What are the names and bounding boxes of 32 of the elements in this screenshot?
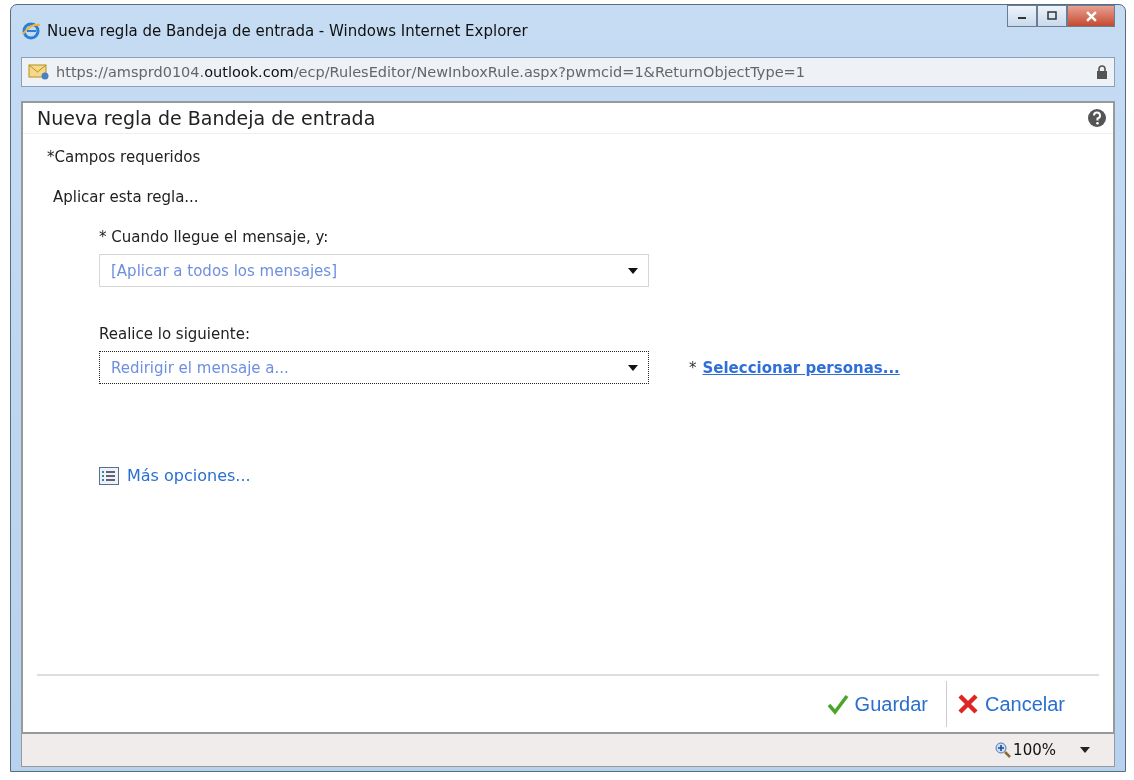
list-icon bbox=[99, 466, 119, 485]
more-options-link[interactable]: Más opciones... bbox=[127, 466, 251, 485]
maximize-icon bbox=[1047, 11, 1057, 21]
cancel-button[interactable]: Cancelar bbox=[952, 692, 1069, 716]
dropdown-field[interactable]: Redirigir el mensaje a... bbox=[99, 351, 649, 384]
field-label: Realice lo siguiente: bbox=[99, 325, 251, 343]
browser-logo-icon bbox=[21, 21, 41, 41]
section-label: Aplicar esta regla... bbox=[53, 188, 199, 206]
dialog-title: Nueva regla de Bandeja de entrada bbox=[37, 107, 376, 129]
required-note: *Campos requeridos bbox=[47, 148, 201, 166]
dropdown-arrow-icon bbox=[628, 364, 638, 371]
field-label: * Cuando llegue el mensaje, y: bbox=[99, 228, 330, 246]
window-title: Nueva regla de Bandeja de entrada - Windows Internet Explorer bbox=[47, 22, 528, 40]
close-icon bbox=[956, 693, 979, 715]
dropdown-arrow-icon[interactable] bbox=[1080, 747, 1090, 753]
required-mark: * bbox=[689, 358, 697, 377]
zoom-icon bbox=[995, 742, 1012, 758]
address-bar[interactable]: https://amsprd0104.outlook.com/ecp/RulesEditor/NewInboxRule.aspx?pwmcid=1&ReturnObjectType=1 bbox=[21, 57, 1115, 87]
lock-icon bbox=[1096, 65, 1108, 79]
help-icon[interactable] bbox=[1087, 108, 1107, 128]
dropdown-field[interactable]: [Aplicar a todos los mensajes] bbox=[99, 254, 649, 287]
url-text: https://amsprd0104.outlook.com/ecp/RulesEditor/NewInboxRule.aspx?pwmcid=1&ReturnObjectType=1 bbox=[56, 64, 806, 80]
dropdown-arrow-icon bbox=[628, 267, 638, 274]
maximize-button[interactable] bbox=[1037, 5, 1067, 27]
zoom-control[interactable]: 100% bbox=[995, 741, 1056, 759]
close-button[interactable] bbox=[1067, 5, 1115, 27]
save-button[interactable]: Guardar bbox=[822, 692, 932, 716]
envelope-icon bbox=[28, 64, 50, 80]
select-people-link[interactable]: Seleccionar personas... bbox=[702, 358, 900, 377]
close-icon bbox=[1085, 10, 1097, 22]
minimize-button[interactable] bbox=[1007, 5, 1037, 27]
checkmark-icon bbox=[826, 693, 849, 715]
